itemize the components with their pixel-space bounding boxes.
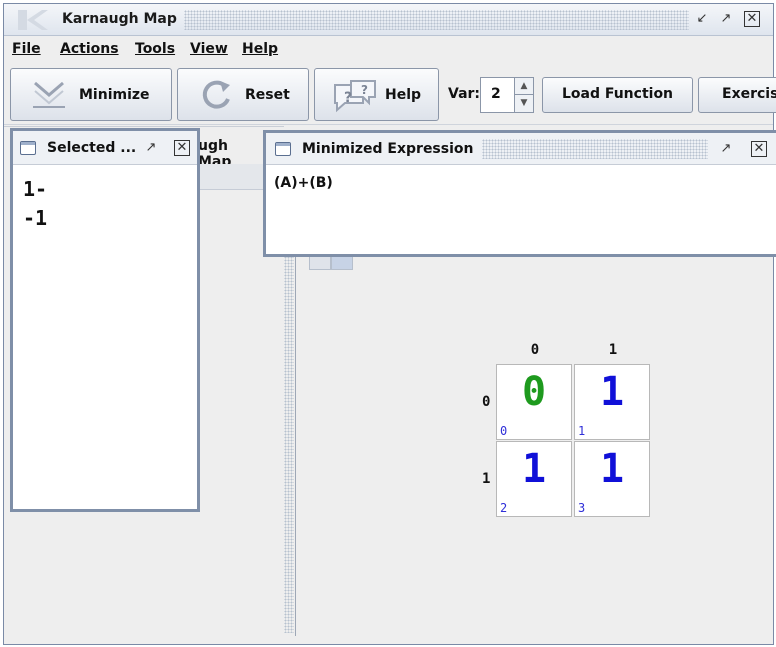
- load-function-label: Load Function: [561, 86, 674, 102]
- menu-actions[interactable]: Actions: [60, 41, 119, 57]
- menu-bar: File Actions Tools View Help: [4, 37, 773, 63]
- kmap-cell-index: 2: [500, 501, 508, 515]
- minimize-button[interactable]: Minimize: [10, 68, 172, 121]
- minimize-window-icon[interactable]: ↙: [694, 11, 710, 27]
- help-label: Help: [385, 87, 422, 103]
- minimized-expression: (A)+(B): [274, 175, 333, 191]
- reset-label: Reset: [245, 87, 290, 103]
- reset-icon: [198, 77, 234, 115]
- splitter-handle[interactable]: [284, 193, 294, 633]
- kmap-row-header: 0: [482, 394, 491, 410]
- minimized-frame-title: Minimized Expression: [302, 141, 474, 157]
- menu-help[interactable]: Help: [242, 41, 278, 57]
- help-icon: ? ?: [331, 77, 379, 117]
- svg-text:?: ?: [344, 90, 352, 106]
- frame-close-icon[interactable]: ✕: [751, 141, 767, 157]
- kmap-cell-value: 1: [599, 446, 625, 492]
- karnaugh-map-tab[interactable]: ugh Map: [196, 128, 266, 170]
- exercise-button[interactable]: Exercis: [698, 77, 776, 113]
- kmap-cell-index: 1: [578, 424, 586, 438]
- tab-strip-line: [196, 164, 266, 190]
- menu-file[interactable]: File: [12, 41, 41, 57]
- kmap-cell[interactable]: 0 0: [496, 364, 572, 440]
- minimized-frame-header[interactable]: Minimized Expression ↗ ✕: [266, 133, 776, 165]
- svg-text:?: ?: [361, 83, 368, 97]
- frame-close-icon[interactable]: ✕: [174, 140, 190, 156]
- load-function-button[interactable]: Load Function: [542, 77, 693, 113]
- window-title: Karnaugh Map: [62, 11, 177, 27]
- title-bar[interactable]: Karnaugh Map ↙ ↗ ✕: [4, 4, 773, 36]
- kmap-cell-value: 1: [599, 369, 625, 415]
- frame-window-icon: [275, 142, 291, 156]
- kmap-cell[interactable]: 1 2: [496, 441, 572, 517]
- spinner-up-arrow-icon[interactable]: ▲: [514, 78, 533, 95]
- frame-maximize-icon[interactable]: ↗: [143, 140, 159, 156]
- exercise-label: Exercis: [722, 86, 776, 102]
- kmap-cell-value: 0: [521, 369, 547, 415]
- var-spinner[interactable]: 2 ▲ ▼: [480, 77, 534, 113]
- kmap-cell-value: 1: [521, 446, 547, 492]
- menu-tools[interactable]: Tools: [135, 41, 175, 57]
- help-button[interactable]: ? ? Help: [314, 68, 439, 121]
- kmap-col-header: 1: [608, 342, 618, 358]
- maximize-window-icon[interactable]: ↗: [718, 11, 734, 27]
- selected-line: -1: [23, 206, 48, 230]
- menu-view[interactable]: View: [190, 41, 228, 57]
- minimized-expression-frame: Minimized Expression ↗ ✕ (A)+(B): [263, 130, 776, 257]
- selected-frame-title: Selected ...: [47, 140, 137, 156]
- spinner-down-arrow-icon[interactable]: ▼: [514, 95, 533, 112]
- close-window-icon[interactable]: ✕: [744, 11, 760, 27]
- kmap-row-header: 1: [482, 471, 491, 487]
- app-logo-icon: [14, 7, 50, 33]
- kmap-col-header: 0: [530, 342, 540, 358]
- var-value[interactable]: 2: [491, 86, 501, 102]
- reset-button[interactable]: Reset: [177, 68, 309, 121]
- frame-header-texture: [482, 139, 708, 159]
- selected-frame: Selected ... ↗ ✕ 1- -1: [10, 128, 200, 512]
- selected-frame-header[interactable]: Selected ... ↗ ✕: [13, 131, 197, 165]
- minimize-label: Minimize: [79, 87, 150, 103]
- selected-line: 1-: [23, 177, 48, 201]
- kmap-cell[interactable]: 1 1: [574, 364, 650, 440]
- var-label: Var:: [448, 86, 481, 102]
- title-bar-texture: [184, 10, 689, 30]
- kmap-cell-index: 3: [578, 501, 586, 515]
- frame-window-icon: [20, 141, 36, 155]
- minimize-icon: [29, 77, 69, 115]
- kmap-cell-index: 0: [500, 424, 508, 438]
- kmap-cell[interactable]: 1 3: [574, 441, 650, 517]
- frame-maximize-icon[interactable]: ↗: [718, 141, 734, 157]
